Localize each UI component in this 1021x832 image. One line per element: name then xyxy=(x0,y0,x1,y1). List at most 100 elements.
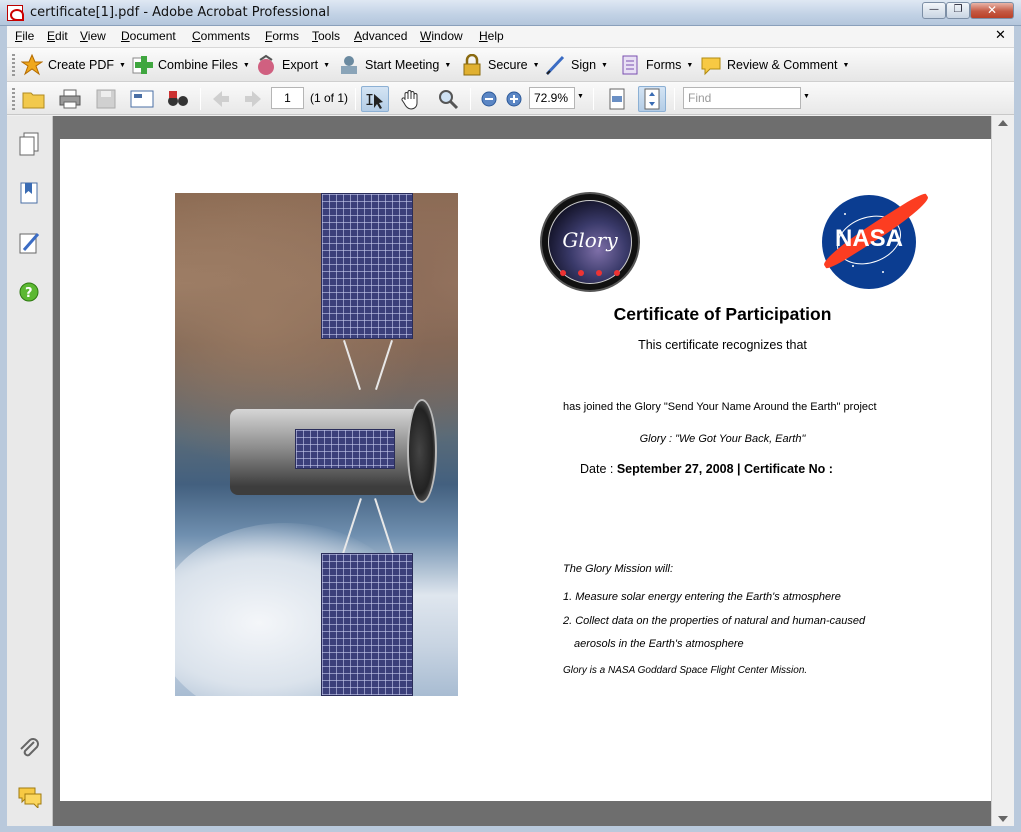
forms-icon xyxy=(619,54,641,76)
zoom-dropdown-chevron-icon[interactable]: ▼ xyxy=(577,93,584,100)
review-comment-button[interactable]: Review & Comment ▼ xyxy=(700,52,849,78)
mission-item-2: 2. Collect data on the properties of nat… xyxy=(563,615,866,627)
minimize-button[interactable]: — xyxy=(922,2,946,19)
email-button[interactable] xyxy=(128,86,156,112)
satellite-body-panel xyxy=(295,429,395,469)
menu-file[interactable]: File xyxy=(15,29,34,43)
hand-tool-button[interactable] xyxy=(397,86,425,112)
comment-bubble-icon xyxy=(700,54,722,76)
solar-panel-top xyxy=(321,193,413,339)
page-number-input[interactable]: 1 xyxy=(271,87,304,109)
menu-comments[interactable]: Comments xyxy=(192,29,250,43)
create-pdf-button[interactable]: Create PDF ▼ xyxy=(20,52,126,78)
envelope-icon xyxy=(130,90,154,108)
combine-files-button[interactable]: Combine Files ▼ xyxy=(131,52,250,78)
magnifier-icon xyxy=(439,90,459,110)
chevron-down-icon: ▼ xyxy=(842,61,850,69)
mission-item-2-continued: aerosols in the Earth's atmosphere xyxy=(574,638,744,650)
chevron-down-icon: ▼ xyxy=(601,61,608,69)
chevron-down-icon: ▼ xyxy=(444,61,452,69)
toolbar-grip[interactable] xyxy=(12,88,15,110)
previous-page-button[interactable] xyxy=(207,86,235,112)
create-pdf-icon xyxy=(20,53,44,76)
menu-help[interactable]: Help xyxy=(479,29,504,43)
bookmarks-panel-button[interactable] xyxy=(18,181,42,205)
help-panel-button[interactable]: ? xyxy=(18,281,42,305)
print-button[interactable] xyxy=(56,86,84,112)
close-document-button[interactable]: ✕ xyxy=(995,28,1006,43)
floppy-disk-icon xyxy=(96,89,116,109)
forms-button[interactable]: Forms ▼ xyxy=(619,52,693,78)
window-title: certificate[1].pdf - Adobe Acrobat Profe… xyxy=(30,5,330,20)
scroll-down-arrow-icon[interactable] xyxy=(998,816,1008,822)
comments-icon xyxy=(18,787,42,810)
zoom-level-input[interactable]: 72.9% xyxy=(529,87,575,109)
sign-button[interactable]: Sign ▼ xyxy=(544,52,608,78)
open-button[interactable] xyxy=(20,86,48,112)
export-label: Export xyxy=(282,58,319,72)
glory-mission-logo: Glory xyxy=(540,192,640,292)
fit-page-button[interactable] xyxy=(638,86,666,112)
signatures-panel-button[interactable] xyxy=(18,231,42,255)
pen-icon xyxy=(544,54,566,76)
text-select-cursor-icon: I xyxy=(365,91,383,109)
menu-edit[interactable]: Edit xyxy=(47,29,68,43)
fit-width-button[interactable] xyxy=(603,86,631,112)
find-input[interactable]: Find xyxy=(683,87,801,109)
zoom-in-button[interactable] xyxy=(500,86,528,112)
scroll-up-arrow-icon[interactable] xyxy=(998,120,1008,126)
toolbar-separator xyxy=(355,88,356,110)
arrow-left-icon xyxy=(213,91,229,107)
navigation-panel: ? xyxy=(7,116,53,826)
toolbar-separator xyxy=(674,88,675,110)
menu-forms[interactable]: Forms xyxy=(265,29,299,43)
menu-tools[interactable]: Tools xyxy=(312,29,340,43)
zoom-out-button[interactable] xyxy=(475,86,503,112)
combine-files-label: Combine Files xyxy=(158,58,238,72)
mission-item-1: 1. Measure solar energy entering the Ear… xyxy=(563,591,841,603)
printer-icon xyxy=(59,89,81,109)
start-meeting-button[interactable]: Start Meeting ▼ xyxy=(338,52,451,78)
date-label: Date : xyxy=(580,462,617,476)
pages-panel-button[interactable] xyxy=(18,132,42,156)
window-titlebar[interactable]: certificate[1].pdf - Adobe Acrobat Profe… xyxy=(0,0,1021,26)
toolbar-grip[interactable] xyxy=(12,54,15,76)
certificate-date-line: Date : September 27, 2008 | Certificate … xyxy=(580,462,833,476)
zoom-marquee-button[interactable] xyxy=(434,86,462,112)
application-frame: File Edit View Document Comments Forms T… xyxy=(7,26,1014,826)
menu-view[interactable]: View xyxy=(80,29,106,43)
attachments-panel-button[interactable] xyxy=(18,736,42,760)
pdf-page: Glory NASA Certificate of Participation … xyxy=(60,139,997,801)
maximize-button[interactable]: ❐ xyxy=(946,2,970,19)
export-button[interactable]: Export ▼ xyxy=(255,52,330,78)
vertical-scrollbar[interactable] xyxy=(991,116,1014,826)
next-page-button[interactable] xyxy=(239,86,267,112)
bookmark-icon xyxy=(20,182,38,204)
forms-label: Forms xyxy=(646,58,682,72)
find-dropdown-chevron-icon[interactable]: ▼ xyxy=(803,93,810,100)
toolbar-separator xyxy=(200,88,201,110)
combine-files-icon xyxy=(131,54,153,76)
close-window-button[interactable]: ✕ xyxy=(970,2,1014,19)
search-bridge-button[interactable] xyxy=(164,86,192,112)
secure-label: Secure xyxy=(488,58,528,72)
comments-panel-button[interactable] xyxy=(18,786,42,810)
satellite-dish xyxy=(407,399,437,503)
lock-icon xyxy=(461,53,483,76)
menu-advanced[interactable]: Advanced xyxy=(354,29,407,43)
sign-label: Sign xyxy=(571,58,597,72)
binoculars-icon xyxy=(168,91,188,106)
save-button[interactable] xyxy=(92,86,120,112)
hand-icon xyxy=(401,90,418,110)
menu-window[interactable]: Window xyxy=(420,29,463,43)
export-icon xyxy=(255,54,277,76)
document-view[interactable]: Glory NASA Certificate of Participation … xyxy=(53,116,1000,826)
pages-icon xyxy=(19,132,39,156)
toolbar-separator xyxy=(593,88,594,110)
tasks-toolbar: Create PDF ▼ Combine Files ▼ Export ▼ St… xyxy=(7,48,1014,82)
glory-satellite-image xyxy=(175,193,458,696)
menu-document[interactable]: Document xyxy=(121,29,176,43)
help-question-icon: ? xyxy=(19,282,39,302)
secure-button[interactable]: Secure ▼ xyxy=(461,52,540,78)
select-tool-button[interactable]: I xyxy=(361,86,389,112)
